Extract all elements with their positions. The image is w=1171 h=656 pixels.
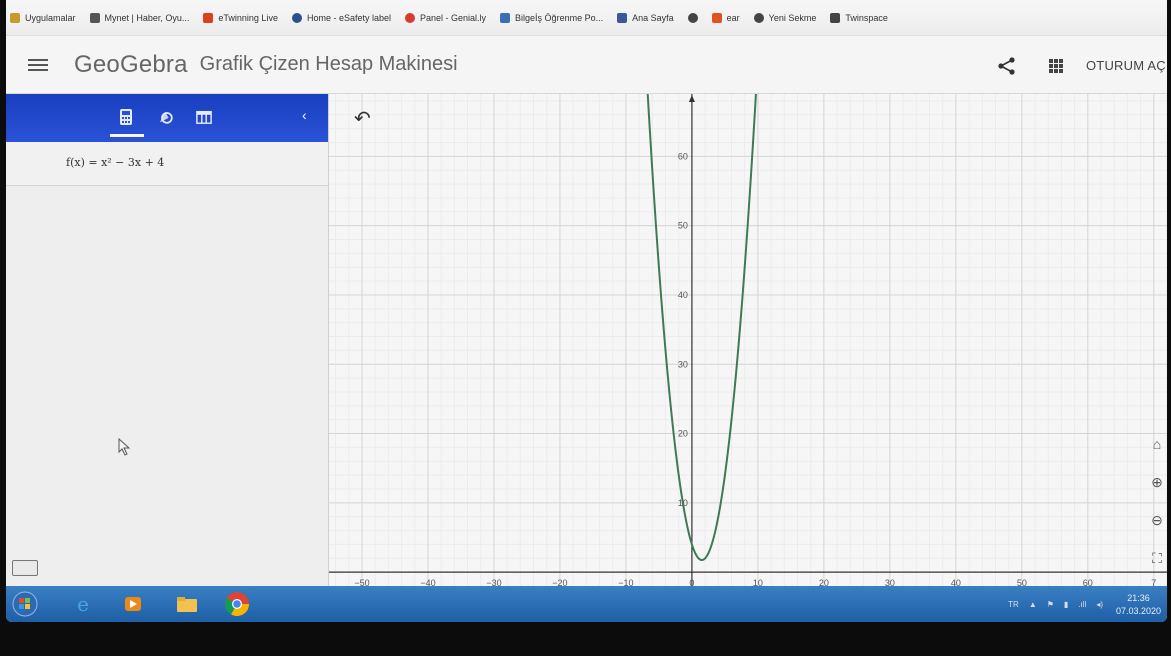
geogebra-logo[interactable]: GeoGebra	[74, 51, 188, 79]
keyboard-icon[interactable]	[12, 560, 38, 576]
bookmark-label: Uygulamalar	[25, 12, 76, 23]
clock[interactable]: 21:36 07.03.2020	[1116, 592, 1161, 618]
bookmark-label: ear	[726, 12, 740, 23]
calculator-icon[interactable]	[118, 108, 134, 126]
bookmark-2[interactable]: eTwinning Live	[203, 12, 278, 23]
apps-icon	[10, 12, 20, 23]
bookmark-label: Ana Sayfa	[632, 12, 674, 23]
start-button-icon[interactable]	[10, 590, 40, 618]
bookmark-1[interactable]: Mynet | Haber, Oyu...	[89, 12, 190, 23]
svg-text:e: e	[77, 592, 89, 616]
undo-icon[interactable]: ↶	[354, 106, 371, 131]
bookmark-label: Bilgeİş Öğrenme Po...	[515, 12, 604, 23]
etwinning-icon	[203, 12, 214, 23]
tray-item-2[interactable]: ⚑	[1047, 600, 1054, 609]
bilgeis-icon	[500, 12, 511, 23]
screen: Uygulamalar Mynet | Haber, Oyu... eTwinnin…	[6, 0, 1167, 622]
bookmark-4[interactable]: Panel - Genial.ly	[405, 12, 487, 23]
x-tick-label: −50	[354, 578, 369, 586]
file-explorer-icon[interactable]	[172, 590, 202, 618]
x-tick-label: −20	[552, 578, 567, 586]
graphics-view[interactable]: −50 −40 −30 −20 −10 0 10 20 30 40 50 60 7 10 20 30 40 50 6…	[329, 71, 1167, 588]
clock-date: 07.03.2020	[1115, 606, 1161, 616]
algebra-row[interactable]: f(x) = x² − 3x + 4	[6, 142, 328, 186]
share-icon[interactable]	[996, 56, 1018, 76]
y-tick-label: 40	[678, 290, 688, 300]
active-tab-indicator	[110, 134, 144, 137]
mynet-icon	[89, 12, 100, 23]
bookmark-8[interactable]: ear	[711, 12, 740, 23]
bookmark-6[interactable]: Ana Sayfa	[617, 12, 674, 23]
y-axis-arrow	[688, 95, 695, 102]
bookmark-label: Home - eSafety label	[306, 12, 391, 23]
apps-grid-icon[interactable]	[1049, 59, 1063, 73]
facebook-icon	[617, 12, 628, 23]
globe-icon	[687, 12, 698, 23]
signin-button[interactable]: OTURUM AÇ	[1086, 58, 1166, 73]
x-tick-label: 60	[1083, 578, 1093, 586]
collapse-panel-icon[interactable]: ‹	[302, 107, 307, 123]
system-tray[interactable]: TR ▲ ⚑ ▮ .ıll ◂)	[1008, 600, 1103, 609]
x-tick-label: 7	[1151, 578, 1156, 586]
bookmark-7[interactable]	[687, 12, 698, 23]
bookmark-3[interactable]: Home - eSafety label	[291, 12, 391, 23]
graph-canvas[interactable]: −50 −40 −30 −20 −10 0 10 20 30 40 50 60 710203040506…	[329, 71, 1167, 588]
tray-item-5[interactable]: ◂)	[1096, 600, 1103, 609]
x-tick-label: 0	[689, 578, 694, 586]
y-tick-label: 20	[678, 429, 688, 439]
internet-explorer-icon[interactable]: e	[68, 590, 98, 618]
bookmark-9[interactable]: Yeni Sekme	[753, 12, 817, 23]
tools-icon[interactable]	[158, 108, 174, 126]
tray-item-0[interactable]: TR	[1008, 600, 1019, 609]
globe-icon	[753, 12, 764, 23]
home-icon[interactable]: ⌂	[1147, 436, 1167, 460]
tray-item-4[interactable]: .ıll	[1078, 600, 1086, 609]
x-tick-label: −40	[420, 578, 435, 586]
ear-icon	[711, 12, 722, 23]
bookmarks-bar: Uygulamalar Mynet | Haber, Oyu... eTwinnin…	[6, 0, 1167, 36]
tray-item-3[interactable]: ▮	[1064, 600, 1068, 609]
bookmark-label: Panel - Genial.ly	[420, 12, 487, 23]
function-curve	[645, 71, 759, 562]
table-icon[interactable]	[196, 108, 212, 126]
bookmark-label: Yeni Sekme	[768, 12, 817, 23]
app-title: Grafik Çizen Hesap Makinesi	[199, 53, 458, 75]
app-header: GeoGebra Grafik Çizen Hesap Makinesi OTU…	[6, 36, 1167, 94]
zoom-out-icon[interactable]: ⊖	[1147, 512, 1167, 536]
bookmark-10[interactable]: Twinspace	[830, 12, 888, 23]
bookmark-5[interactable]: Bilgeİş Öğrenme Po...	[500, 12, 604, 23]
bookmark-label: Twinspace	[845, 12, 888, 23]
algebra-toolbar: ‹	[6, 94, 328, 142]
y-tick-label: 30	[678, 359, 688, 369]
mouse-cursor-icon	[118, 438, 131, 456]
taskbar: e TR ▲ ⚑ ▮ .ıll ◂) 21:36 07.03.2020	[6, 586, 1167, 622]
x-tick-label: 40	[951, 578, 961, 586]
twinspace-icon	[830, 12, 841, 23]
x-tick-label: 10	[753, 578, 763, 586]
esafety-icon	[291, 12, 302, 23]
clock-time: 21:36	[1127, 593, 1150, 603]
x-tick-label: −10	[618, 578, 633, 586]
function-expression[interactable]: f(x) = x² − 3x + 4	[66, 156, 164, 169]
algebra-panel: ‹ f(x) = x² − 3x + 4	[6, 94, 329, 586]
x-tick-label: 20	[819, 578, 829, 586]
bookmark-label: eTwinning Live	[218, 12, 278, 23]
bookmark-label: Mynet | Haber, Oyu...	[104, 12, 190, 23]
zoom-in-icon[interactable]: ⊕	[1147, 474, 1167, 498]
x-tick-label: 50	[1017, 578, 1027, 586]
tray-item-1[interactable]: ▲	[1029, 600, 1037, 609]
y-tick-label: 50	[678, 221, 688, 231]
bookmark-0[interactable]: Uygulamalar	[10, 12, 76, 23]
menu-icon[interactable]	[28, 58, 48, 71]
genially-icon	[405, 12, 415, 23]
y-tick-label: 60	[678, 151, 688, 161]
chrome-icon[interactable]	[222, 590, 252, 618]
x-tick-label: 30	[885, 578, 895, 586]
fullscreen-icon[interactable]: ⛶	[1147, 550, 1167, 574]
x-tick-label: −30	[486, 578, 501, 586]
media-player-icon[interactable]	[118, 590, 148, 618]
